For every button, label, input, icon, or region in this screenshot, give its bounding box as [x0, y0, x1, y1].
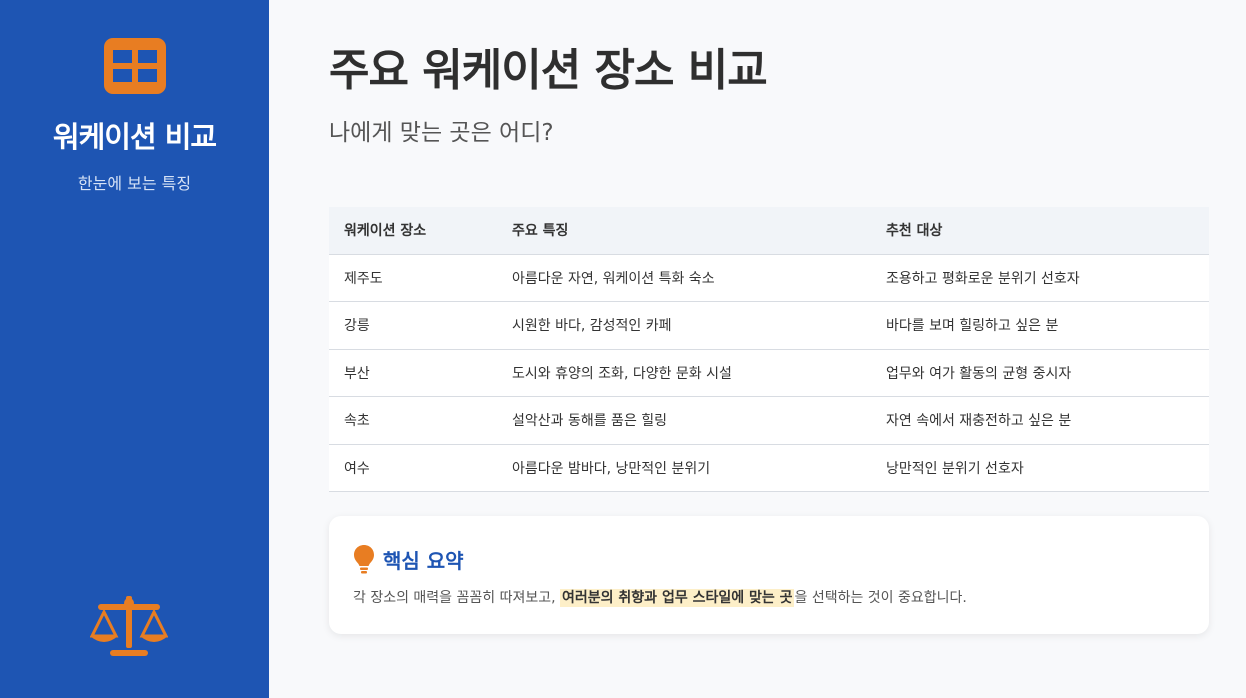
summary-header: 핵심 요약 — [353, 544, 464, 574]
cell-features: 도시와 휴양의 조화, 다양한 문화 시설 — [497, 349, 871, 397]
table-row: 속초 설악산과 동해를 품은 힐링 자연 속에서 재충전하고 싶은 분 — [329, 396, 1209, 445]
page-subtitle: 나에게 맞는 곳은 어디? — [329, 120, 554, 146]
lightbulb-icon — [354, 545, 374, 574]
cell-place: 부산 — [329, 349, 497, 397]
cell-place: 강릉 — [329, 301, 497, 350]
cell-recommended: 낭만적인 분위기 선호자 — [871, 444, 1209, 492]
cell-place: 제주도 — [329, 254, 497, 302]
cell-place: 속초 — [329, 396, 497, 445]
sidebar: 워케이션 비교 한눈에 보는 특징 — [0, 0, 269, 698]
comparison-table: 워케이션 장소 주요 특징 추천 대상 제주도 아름다운 자연, 워케이션 특화… — [329, 207, 1209, 492]
cell-features: 아름다운 자연, 워케이션 특화 숙소 — [497, 254, 871, 302]
summary-card: 핵심 요약 각 장소의 매력을 꼼꼼히 따져보고, 여러분의 취향과 업무 스타… — [329, 516, 1209, 634]
cell-features: 아름다운 밤바다, 낭만적인 분위기 — [497, 444, 871, 492]
sidebar-title: 워케이션 비교 — [52, 120, 217, 154]
table-header-row: 워케이션 장소 주요 특징 추천 대상 — [329, 207, 1209, 255]
table-row: 여수 아름다운 밤바다, 낭만적인 분위기 낭만적인 분위기 선호자 — [329, 444, 1209, 492]
cell-recommended: 조용하고 평화로운 분위기 선호자 — [871, 254, 1209, 302]
table-row: 강릉 시원한 바다, 감성적인 카페 바다를 보며 힐링하고 싶은 분 — [329, 301, 1209, 350]
sidebar-subtitle: 한눈에 보는 특징 — [77, 174, 192, 193]
column-header-place: 워케이션 장소 — [329, 207, 497, 255]
page-title: 주요 워케이션 장소 비교 — [329, 45, 768, 96]
cell-recommended: 업무와 여가 활동의 균형 중시자 — [871, 349, 1209, 397]
cell-recommended: 자연 속에서 재충전하고 싶은 분 — [871, 396, 1209, 445]
column-header-features: 주요 특징 — [497, 207, 871, 255]
summary-text-before: 각 장소의 매력을 꼼꼼히 따져보고, — [353, 590, 561, 606]
cell-features: 시원한 바다, 감성적인 카페 — [497, 301, 871, 350]
table-icon — [103, 38, 166, 94]
table-row: 부산 도시와 휴양의 조화, 다양한 문화 시설 업무와 여가 활동의 균형 중… — [329, 349, 1209, 397]
cell-recommended: 바다를 보며 힐링하고 싶은 분 — [871, 301, 1209, 350]
summary-highlight: 여러분의 취향과 업무 스타일에 맞는 곳 — [560, 589, 795, 607]
column-header-recommended: 추천 대상 — [871, 207, 1209, 255]
summary-text: 각 장소의 매력을 꼼꼼히 따져보고, 여러분의 취향과 업무 스타일에 맞는 … — [353, 587, 967, 607]
summary-title: 핵심 요약 — [383, 548, 464, 573]
balance-scale-icon — [90, 596, 168, 656]
cell-features: 설악산과 동해를 품은 힐링 — [497, 396, 871, 445]
cell-place: 여수 — [329, 444, 497, 492]
summary-text-after: 을 선택하는 것이 중요합니다. — [794, 590, 967, 606]
table-row: 제주도 아름다운 자연, 워케이션 특화 숙소 조용하고 평화로운 분위기 선호… — [329, 254, 1209, 302]
